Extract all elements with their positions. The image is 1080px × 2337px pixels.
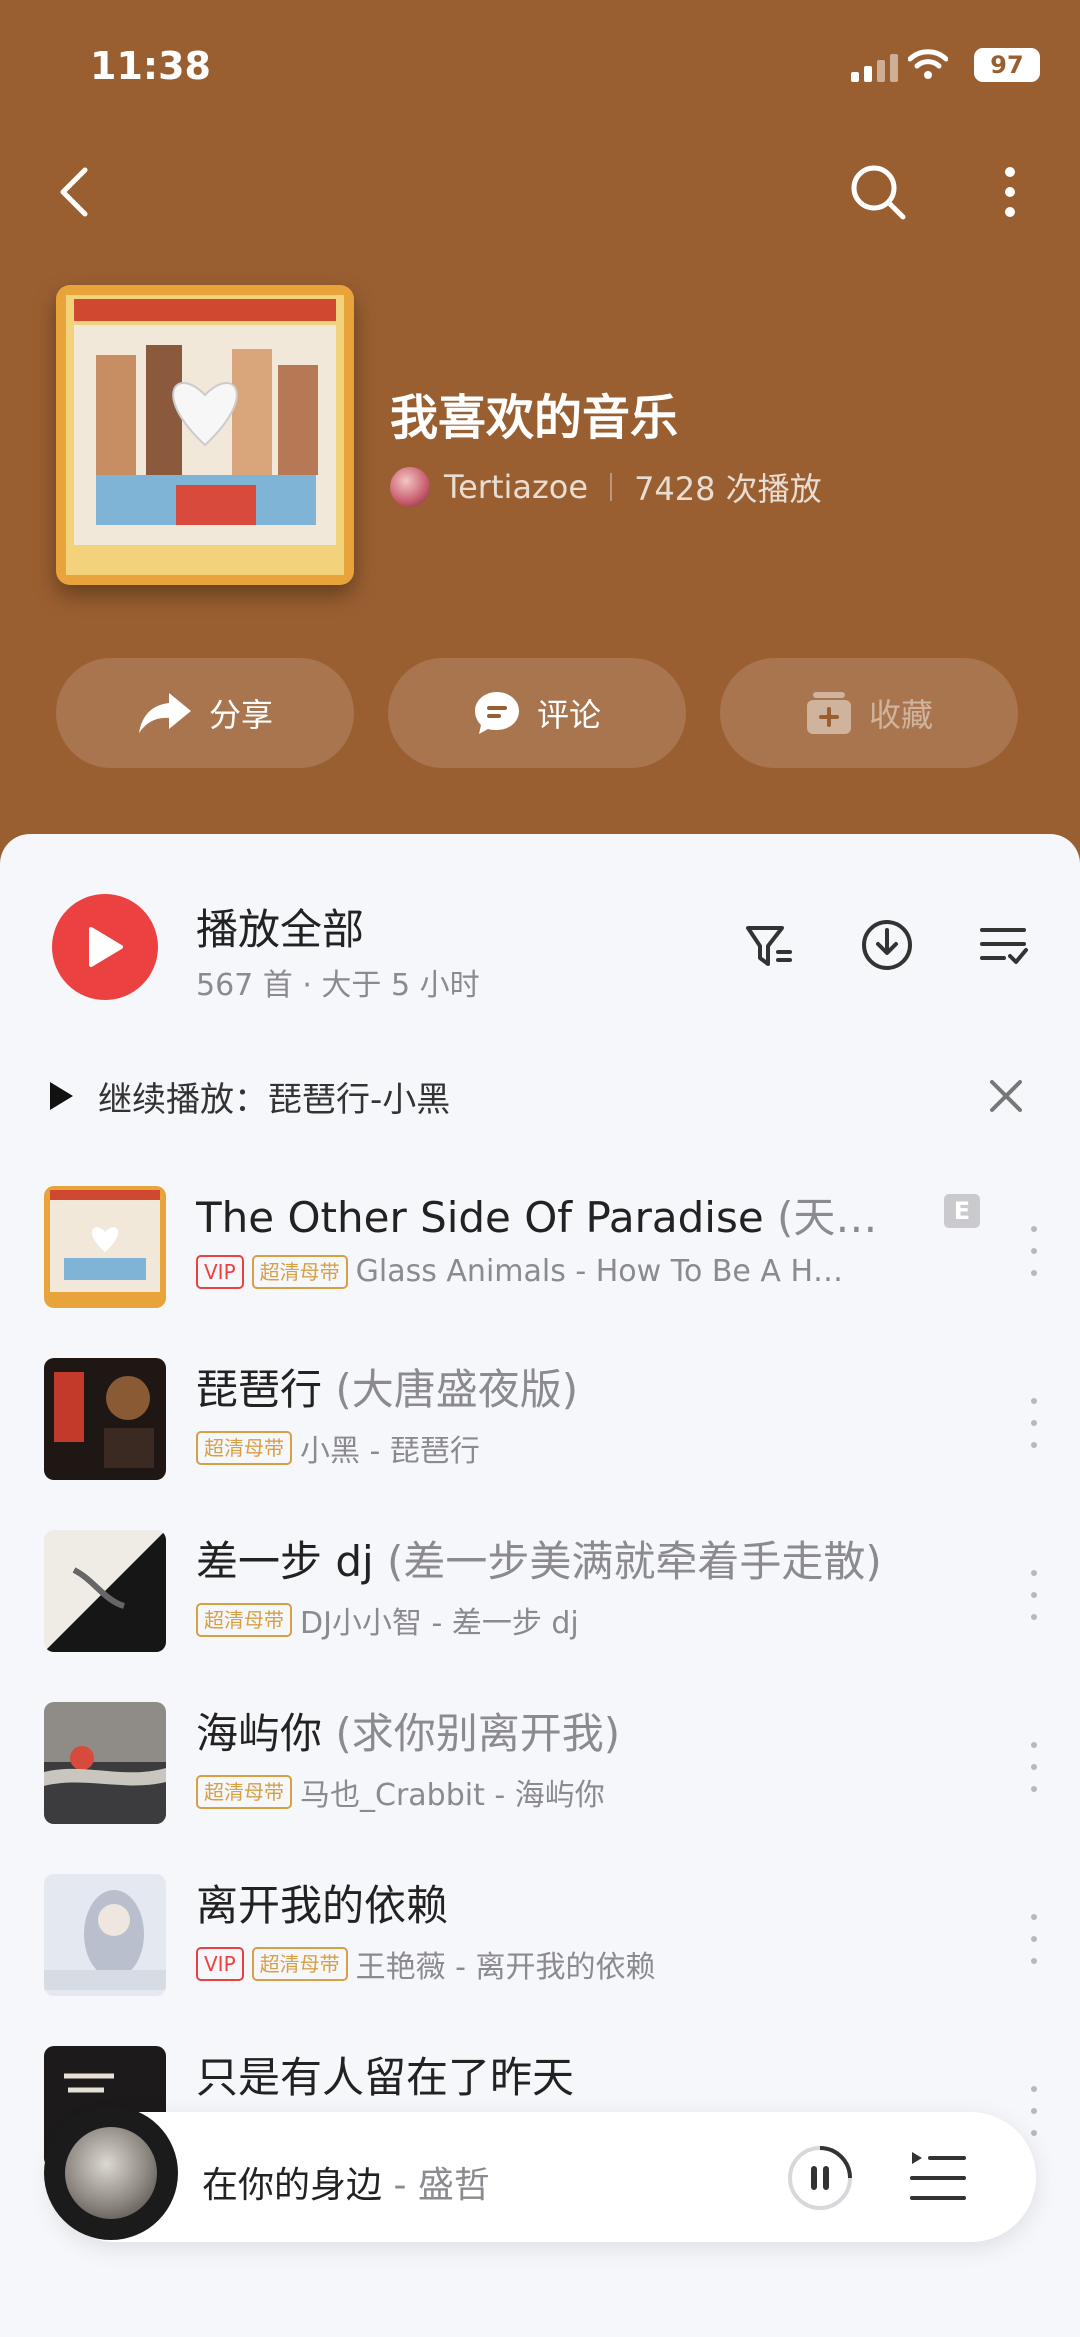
song-more-button[interactable] <box>1024 1914 1044 1964</box>
album-art-image <box>56 285 354 585</box>
play-icon <box>89 927 123 967</box>
status-time: 11:38 <box>90 44 211 88</box>
wifi-icon <box>908 49 948 79</box>
more-button[interactable] <box>978 160 1042 224</box>
share-icon <box>138 693 191 733</box>
comment-icon <box>474 692 519 734</box>
song-cover <box>44 1874 166 1996</box>
quality-badge: 超清母带 <box>196 1603 292 1637</box>
back-button[interactable] <box>42 160 106 224</box>
search-button[interactable] <box>846 160 910 224</box>
quality-badge: 超清母带 <box>196 1775 292 1809</box>
play-all-label[interactable]: 播放全部 <box>196 896 364 957</box>
more-vertical-icon <box>1005 167 1015 217</box>
comment-label: 评论 <box>536 696 601 734</box>
play-count: 7428 次播放 <box>634 470 822 508</box>
song-cover <box>44 1186 166 1308</box>
song-more-button[interactable] <box>1024 1226 1044 1276</box>
download-button[interactable] <box>856 914 918 976</box>
quality-badge: 超清母带 <box>196 1431 292 1465</box>
song-cover <box>44 1702 166 1824</box>
status-bar: 11:38 97 <box>90 42 1040 92</box>
song-subtitle: 超清母带 DJ小小智 - 差一步 dj <box>196 1598 579 1642</box>
pause-icon[interactable] <box>786 2144 854 2212</box>
comment-button[interactable]: 评论 <box>388 658 686 768</box>
creator-name[interactable]: Tertiazoe <box>444 468 588 506</box>
signal-icon <box>851 54 898 82</box>
playlist-cover[interactable] <box>56 285 354 585</box>
playlist-title: 我喜欢的音乐 <box>390 390 679 446</box>
multi-select-button[interactable] <box>972 914 1034 976</box>
song-subtitle: 超清母带 马也_Crabbit - 海屿你 <box>196 1770 605 1814</box>
quality-badge: 超清母带 <box>251 1947 348 1981</box>
mini-player[interactable]: 在你的身边 - 盛哲 <box>44 2106 1036 2242</box>
download-icon <box>862 920 912 970</box>
explicit-badge: E <box>944 1194 980 1228</box>
collect-button[interactable]: 收藏 <box>720 658 1018 768</box>
now-playing-text: 在你的身边 - 盛哲 <box>202 2165 490 2206</box>
list-check-icon <box>980 928 1028 964</box>
playlist-meta: Tertiazoe 7428 次播放 <box>390 464 822 510</box>
continue-playing-bar[interactable]: 继续播放：琵琶行-小黑 <box>46 1066 1034 1126</box>
search-icon <box>851 165 906 220</box>
battery-icon: 97 <box>974 48 1040 82</box>
divider <box>610 473 613 501</box>
song-artist-album: Glass Animals - How To Be A H… <box>355 1254 844 1289</box>
song-row[interactable]: 海屿你 (求你别离开我) 超清母带 马也_Crabbit - 海屿你 <box>44 1694 1044 1824</box>
song-artist-album: 马也_Crabbit - 海屿你 <box>300 1778 605 1813</box>
song-more-button[interactable] <box>1024 1398 1044 1448</box>
chevron-left-icon <box>60 167 88 217</box>
song-subtitle: 超清母带 小黑 - 琵琶行 <box>196 1426 480 1470</box>
filter-button[interactable] <box>738 914 800 976</box>
share-button[interactable]: 分享 <box>56 658 354 768</box>
song-title: 差一步 dj (差一步美满就牵着手走散) <box>196 1537 882 1586</box>
continue-label: 继续播放：琵琶行-小黑 <box>98 1079 451 1120</box>
song-title: 只是有人留在了昨天 <box>196 2053 575 2102</box>
playlist-header: 11:38 97 我喜欢的音乐 Tertiazoe 7428 次播放 分享 评论… <box>0 0 1080 880</box>
song-row[interactable]: The Other Side Of Paradise (天… E VIP 超清母… <box>44 1178 1044 1308</box>
song-title: 琵琶行 (大唐盛夜版) <box>196 1365 579 1414</box>
song-cover <box>44 1358 166 1480</box>
song-cover <box>44 1530 166 1652</box>
collect-icon <box>806 692 851 734</box>
vip-badge: VIP <box>196 1947 244 1981</box>
song-subtitle: VIP 超清母带 王艳薇 - 离开我的依赖 <box>196 1942 656 1986</box>
play-all-button[interactable] <box>52 894 158 1000</box>
song-title: The Other Side Of Paradise (天… <box>196 1193 878 1242</box>
song-title: 海屿你 (求你别离开我) <box>196 1709 621 1758</box>
play-small-icon <box>50 1082 73 1110</box>
song-subtitle: VIP 超清母带 Glass Animals - How To Be A H… <box>196 1254 843 1289</box>
song-more-button[interactable] <box>1024 1742 1044 1792</box>
now-playing-disc[interactable] <box>44 2106 178 2240</box>
close-icon[interactable] <box>984 1074 1028 1118</box>
filter-icon <box>746 926 792 966</box>
song-more-button[interactable] <box>1024 1570 1044 1620</box>
quality-badge: 超清母带 <box>251 1254 348 1289</box>
song-row[interactable]: 琵琶行 (大唐盛夜版) 超清母带 小黑 - 琵琶行 <box>44 1350 1044 1480</box>
song-artist-album: 王艳薇 - 离开我的依赖 <box>355 1950 656 1985</box>
vip-badge: VIP <box>196 1254 244 1289</box>
song-more-button[interactable] <box>1024 2086 1044 2136</box>
song-artist-album: 小黑 - 琵琶行 <box>300 1434 480 1469</box>
song-title: 离开我的依赖 <box>196 1881 449 1930</box>
song-count: 567 首 · 大于 5 小时 <box>196 968 480 1003</box>
playlist-queue-icon[interactable] <box>908 2148 968 2206</box>
song-row[interactable]: 离开我的依赖 VIP 超清母带 王艳薇 - 离开我的依赖 <box>44 1866 1044 1996</box>
collect-label: 收藏 <box>868 696 933 734</box>
song-artist-album: DJ小小智 - 差一步 dj <box>300 1606 579 1641</box>
song-row[interactable]: 差一步 dj (差一步美满就牵着手走散) 超清母带 DJ小小智 - 差一步 dj <box>44 1522 1044 1652</box>
creator-avatar[interactable] <box>390 467 430 507</box>
share-label: 分享 <box>208 696 273 734</box>
